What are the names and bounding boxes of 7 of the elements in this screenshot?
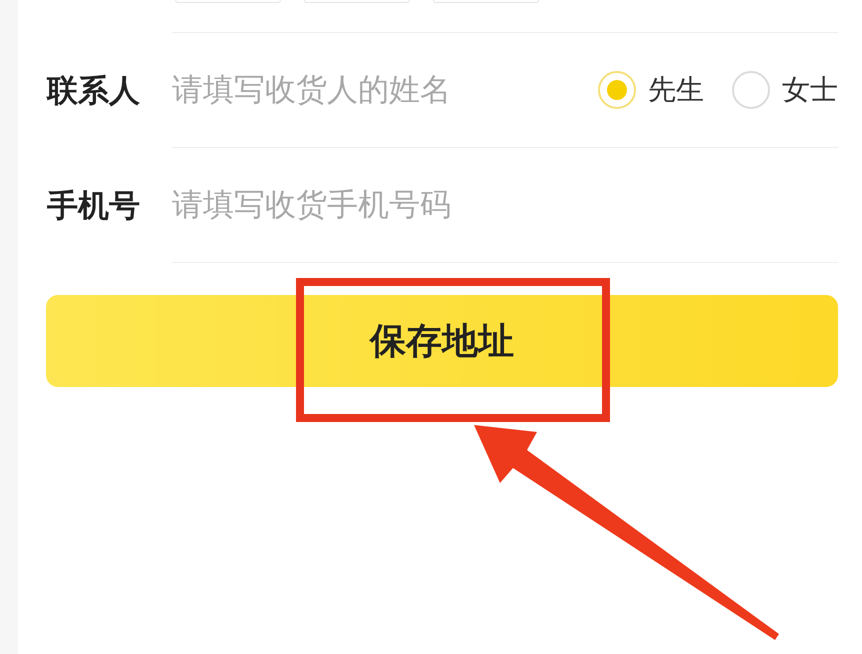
radio-option[interactable]: 先生: [598, 71, 704, 109]
radio-option[interactable]: 女士: [732, 71, 838, 109]
input-field[interactable]: 请填写收货手机号码: [172, 183, 838, 227]
field-label: 联系人: [46, 72, 141, 110]
input-field[interactable]: 请填写收货人的姓名: [172, 68, 598, 112]
field-label: 手机号: [46, 186, 141, 226]
save-address-button[interactable]: 保存地址: [46, 295, 838, 387]
